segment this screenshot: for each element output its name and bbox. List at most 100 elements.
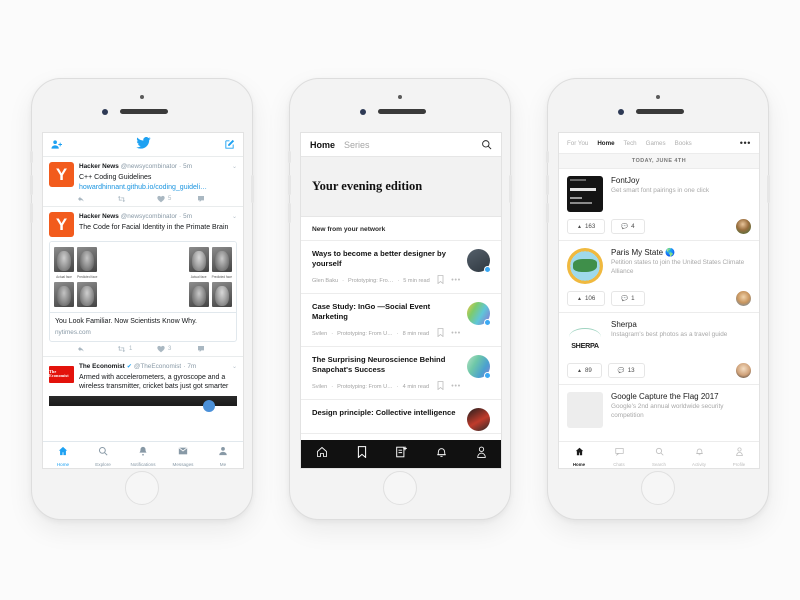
tab-home[interactable]: Home bbox=[559, 443, 599, 467]
more-icon[interactable]: ••• bbox=[451, 330, 461, 337]
hero-banner[interactable]: Your evening edition bbox=[301, 157, 501, 217]
tab-notifications[interactable] bbox=[436, 445, 447, 463]
article-list-item[interactable]: The Surprising Neuroscience Behind Snapc… bbox=[301, 347, 501, 400]
home-button[interactable] bbox=[125, 471, 159, 505]
tweet-text: Armed with accelerometers, a gyroscope a… bbox=[79, 373, 229, 391]
tweet-item[interactable]: The Economist The Economist ✔ @TheEconom… bbox=[43, 356, 243, 412]
avatar[interactable] bbox=[736, 219, 751, 234]
face-thumbnail bbox=[189, 282, 209, 307]
tab-home[interactable]: Home bbox=[310, 140, 335, 150]
article-read-time: 8 min read bbox=[402, 330, 430, 337]
nav-games[interactable]: Games bbox=[646, 140, 666, 147]
nav-books[interactable]: Books bbox=[675, 140, 692, 147]
nav-for-you[interactable]: For You bbox=[567, 140, 588, 147]
article-publication: Prototyping: Fro… bbox=[348, 277, 394, 284]
volume-down-button[interactable] bbox=[288, 203, 291, 223]
tab-messages[interactable]: Messages bbox=[163, 443, 203, 467]
power-button[interactable] bbox=[767, 175, 770, 203]
tab-me[interactable]: Me bbox=[203, 443, 243, 467]
power-button[interactable] bbox=[251, 175, 254, 203]
tweet-actions: 1 3 bbox=[49, 345, 237, 353]
avatar[interactable] bbox=[736, 363, 751, 378]
volume-up-button[interactable] bbox=[288, 175, 291, 195]
tweet-item[interactable]: Y Hacker News @newsycombinator · 5m ⌄ C+… bbox=[43, 157, 243, 207]
comment-button[interactable]: 💬 1 bbox=[611, 291, 645, 306]
chevron-down-icon[interactable]: ⌄ bbox=[229, 363, 237, 372]
tab-home[interactable]: Home bbox=[43, 443, 83, 467]
product-card[interactable]: Google Capture the Flag 2017 Google's 2n… bbox=[559, 385, 759, 434]
mute-switch[interactable] bbox=[546, 151, 549, 163]
tab-profile[interactable]: Profile bbox=[719, 443, 759, 467]
comment-button[interactable]: 💬 13 bbox=[607, 363, 645, 378]
product-card[interactable]: Paris My State 🌎 Petition states to join… bbox=[559, 241, 759, 313]
more-icon[interactable]: ••• bbox=[740, 138, 751, 148]
more-icon[interactable]: ••• bbox=[451, 383, 461, 390]
tab-label: Me bbox=[219, 462, 227, 467]
search-icon[interactable] bbox=[481, 139, 492, 150]
avatar[interactable]: Y bbox=[49, 212, 74, 237]
article-list-item[interactable]: Case Study: InGo —Social Event Marketing… bbox=[301, 294, 501, 347]
card-domain: nytimes.com bbox=[55, 328, 91, 336]
tab-search[interactable]: Search bbox=[639, 443, 679, 467]
tab-explore[interactable]: Explore bbox=[83, 443, 123, 467]
article-read-time: 4 min read bbox=[402, 383, 430, 390]
upvote-button[interactable]: ▲ 163 bbox=[567, 219, 606, 234]
upvote-count: 106 bbox=[584, 295, 596, 302]
share-icon[interactable] bbox=[197, 195, 237, 203]
tab-label: Home bbox=[572, 462, 586, 467]
product-card[interactable]: FontJoy Get smart font pairings in one c… bbox=[559, 169, 759, 241]
add-person-icon[interactable] bbox=[51, 139, 62, 150]
like-icon[interactable]: 3 bbox=[157, 345, 197, 353]
nav-home[interactable]: Home bbox=[597, 140, 614, 147]
tweet-item[interactable]: Y Hacker News @newsycombinator · 5m ⌄ Th… bbox=[43, 207, 243, 357]
reply-icon[interactable] bbox=[77, 345, 117, 353]
avatar[interactable]: The Economist bbox=[49, 365, 74, 383]
tab-notifications[interactable]: Notifications bbox=[123, 443, 163, 467]
tab-profile[interactable] bbox=[476, 445, 487, 463]
mute-switch[interactable] bbox=[30, 151, 33, 163]
tab-new-story[interactable] bbox=[395, 445, 407, 463]
tab-series[interactable]: Series bbox=[344, 140, 370, 150]
avatar[interactable]: Y bbox=[49, 162, 74, 187]
more-icon[interactable]: ••• bbox=[451, 277, 461, 284]
avatar[interactable] bbox=[736, 291, 751, 306]
home-button[interactable] bbox=[383, 471, 417, 505]
mute-switch[interactable] bbox=[288, 151, 291, 163]
tweet-link-card[interactable]: Actual face Predicted face Actual face P… bbox=[49, 241, 237, 342]
bookmark-icon[interactable] bbox=[437, 381, 444, 392]
tweet-media-preview[interactable] bbox=[49, 395, 237, 412]
comment-button[interactable]: 💬 4 bbox=[611, 219, 645, 234]
article-list-item[interactable]: Design principle: Collective intelligenc… bbox=[301, 400, 501, 434]
article-list-item[interactable]: Ways to become a better designer by your… bbox=[301, 241, 501, 294]
nav-tech[interactable]: Tech bbox=[624, 140, 637, 147]
volume-down-button[interactable] bbox=[546, 203, 549, 223]
retweet-icon[interactable] bbox=[117, 195, 157, 203]
chevron-down-icon[interactable]: ⌄ bbox=[229, 163, 237, 172]
like-icon[interactable]: 5 bbox=[157, 195, 197, 203]
tab-home[interactable] bbox=[316, 445, 328, 463]
volume-up-button[interactable] bbox=[30, 175, 33, 195]
share-icon[interactable] bbox=[197, 345, 237, 353]
volume-up-button[interactable] bbox=[546, 175, 549, 195]
retweet-icon[interactable]: 1 bbox=[117, 345, 157, 353]
tweet-link[interactable]: howardhinnant.github.io/coding_guideli… bbox=[79, 183, 237, 193]
meta-sep: · bbox=[331, 383, 334, 390]
twitter-tabbar: Home Explore Notifications Messages Me bbox=[43, 441, 243, 468]
bookmark-icon[interactable] bbox=[437, 275, 444, 286]
tab-chats[interactable]: Chats bbox=[599, 443, 639, 467]
upvote-button[interactable]: ▲ 106 bbox=[567, 291, 606, 306]
article-thumbnail bbox=[467, 249, 491, 273]
chevron-down-icon[interactable]: ⌄ bbox=[229, 213, 237, 222]
power-button[interactable] bbox=[509, 175, 512, 203]
volume-down-button[interactable] bbox=[30, 203, 33, 223]
product-card[interactable]: SHERPA Sherpa Instagram's best photos as… bbox=[559, 313, 759, 385]
tweet-actions: 5 bbox=[49, 195, 237, 203]
home-button[interactable] bbox=[641, 471, 675, 505]
upvote-button[interactable]: ▲ 89 bbox=[567, 363, 602, 378]
bookmark-icon[interactable] bbox=[437, 328, 444, 339]
tab-bookmarks[interactable] bbox=[357, 445, 367, 463]
reply-icon[interactable] bbox=[77, 195, 117, 203]
tab-activity[interactable]: Activity bbox=[679, 443, 719, 467]
product-thumbnail bbox=[567, 392, 603, 428]
compose-icon[interactable] bbox=[224, 139, 235, 150]
